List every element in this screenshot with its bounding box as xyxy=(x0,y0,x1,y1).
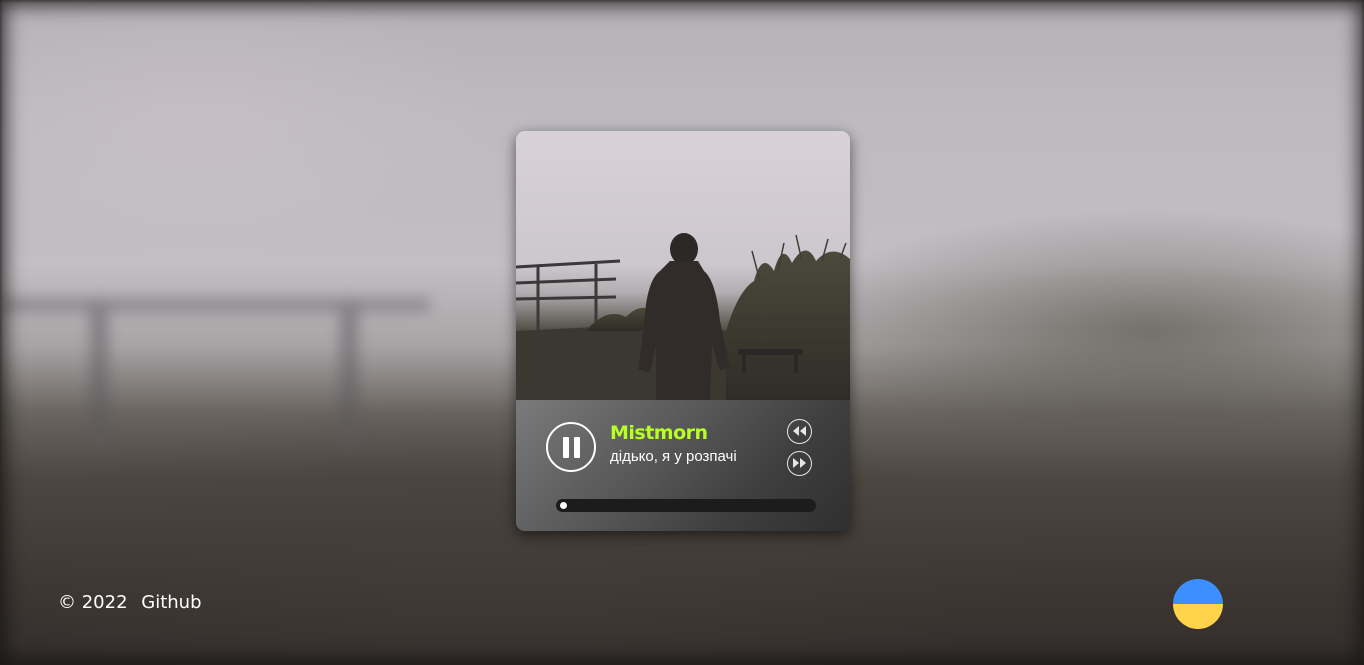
album-cover-art xyxy=(516,233,850,400)
next-button[interactable] xyxy=(787,451,812,476)
progress-bar[interactable] xyxy=(556,499,816,512)
player-controls: Mistmorn дідько, я у розпачі xyxy=(516,400,850,531)
footer: © 2022 Github xyxy=(58,592,202,613)
copyright-text: © 2022 xyxy=(58,592,128,613)
flag-bottom-stripe xyxy=(1173,604,1223,629)
ukraine-flag-icon[interactable] xyxy=(1173,579,1223,629)
progress-knob[interactable] xyxy=(560,502,568,509)
github-link[interactable]: Github xyxy=(141,592,201,613)
rewind-icon xyxy=(793,426,806,436)
album-cover xyxy=(516,131,850,400)
pause-button[interactable] xyxy=(546,422,596,472)
flag-top-stripe xyxy=(1173,579,1223,604)
fast-forward-icon xyxy=(793,458,806,468)
pause-icon xyxy=(563,437,569,458)
artist-name: Mistmorn xyxy=(610,422,708,444)
music-player-card: Mistmorn дідько, я у розпачі xyxy=(516,131,850,531)
previous-button[interactable] xyxy=(787,419,812,444)
track-title: дідько, я у розпачі xyxy=(610,448,737,465)
